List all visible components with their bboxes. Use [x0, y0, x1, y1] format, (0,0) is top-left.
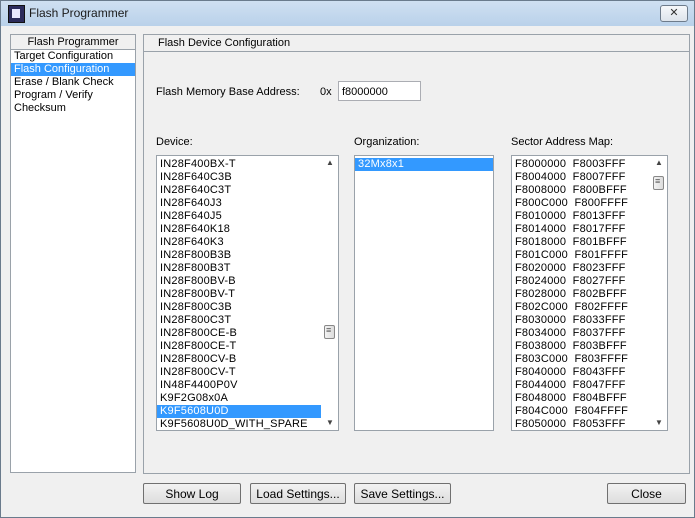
show-log-button[interactable]: Show Log	[143, 483, 241, 504]
sector-address-map-list[interactable]: F8000000 F8003FFF F8004000 F8007FFF F80080…	[511, 155, 668, 431]
device-list[interactable]: IN28F400BX-T IN28F640C3B IN28F640C3T IN28F6…	[156, 155, 339, 431]
device-list-item[interactable]: IN28F800BV-B	[157, 275, 321, 288]
nav-item-flash-configuration[interactable]: Flash Configuration	[11, 63, 135, 76]
device-list-item[interactable]: IN28F640J5	[157, 210, 321, 223]
close-button[interactable]: Close	[607, 483, 686, 504]
sector-list-item[interactable]: F8050000 F8053FFF	[512, 418, 650, 430]
scroll-down-icon[interactable]: ▼	[651, 416, 667, 430]
group-header: Flash Device Configuration	[144, 35, 689, 52]
nav-item-erase-blank-check[interactable]: Erase / Blank Check	[11, 76, 135, 89]
nav-item-program-verify[interactable]: Program / Verify	[11, 89, 135, 102]
sector-list-item[interactable]: F8008000 F800BFFF	[512, 184, 650, 197]
sector-list-item[interactable]: F8044000 F8047FFF	[512, 379, 650, 392]
sector-list-item[interactable]: F803C000 F803FFFF	[512, 353, 650, 366]
device-list-item[interactable]: K9F5608U0D_WITH_SPARE	[157, 418, 321, 430]
sector-list-item[interactable]: F8040000 F8043FFF	[512, 366, 650, 379]
nav-panel: Flash Programmer Target Configuration Fl…	[10, 34, 136, 473]
device-scrollbar[interactable]: ▲ ▼	[322, 156, 338, 430]
sector-list-item[interactable]: F8038000 F803BFFF	[512, 340, 650, 353]
nav-item-checksum[interactable]: Checksum	[11, 102, 135, 115]
sector-list-item[interactable]: F8024000 F8027FFF	[512, 275, 650, 288]
sector-list-item[interactable]: F8028000 F802BFFF	[512, 288, 650, 301]
scroll-thumb[interactable]	[653, 176, 664, 190]
device-list-item[interactable]: IN28F800CV-T	[157, 366, 321, 379]
scroll-up-icon[interactable]: ▲	[651, 156, 667, 170]
device-list-item[interactable]: IN28F640J3	[157, 197, 321, 210]
sector-list-item[interactable]: F8010000 F8013FFF	[512, 210, 650, 223]
window-title: Flash Programmer	[29, 6, 129, 20]
device-list-item[interactable]: IN28F800C3T	[157, 314, 321, 327]
sector-address-map-label: Sector Address Map:	[511, 136, 614, 148]
flash-programmer-window: Flash Programmer ✕ Flash Programmer Targ…	[0, 0, 695, 518]
sector-list-item[interactable]: F804C000 F804FFFF	[512, 405, 650, 418]
organization-label: Organization:	[354, 136, 420, 148]
sector-list-item[interactable]: F8020000 F8023FFF	[512, 262, 650, 275]
device-list-item[interactable]: IN28F800CV-B	[157, 353, 321, 366]
sector-list-item[interactable]: F8014000 F8017FFF	[512, 223, 650, 236]
title-bar: Flash Programmer ✕	[1, 1, 694, 26]
device-list-item[interactable]: IN28F640K3	[157, 236, 321, 249]
nav-header: Flash Programmer	[11, 35, 135, 50]
sector-list-item[interactable]: F801C000 F801FFFF	[512, 249, 650, 262]
scroll-down-icon[interactable]: ▼	[322, 416, 338, 430]
save-settings-button[interactable]: Save Settings...	[354, 483, 451, 504]
organization-list-item[interactable]: 32Mx8x1	[355, 158, 493, 171]
device-list-item[interactable]: IN48F4400P0V	[157, 379, 321, 392]
sector-list-item[interactable]: F8018000 F801BFFF	[512, 236, 650, 249]
sector-list-item[interactable]: F8030000 F8033FFF	[512, 314, 650, 327]
base-address-input[interactable]: f8000000	[338, 81, 421, 101]
organization-list[interactable]: 32Mx8x1	[354, 155, 494, 431]
sector-list-item[interactable]: F8000000 F8003FFF	[512, 158, 650, 171]
device-list-item[interactable]: K9F2G08x0A	[157, 392, 321, 405]
load-settings-button[interactable]: Load Settings...	[250, 483, 346, 504]
sector-list-item[interactable]: F8004000 F8007FFF	[512, 171, 650, 184]
base-address-prefix: 0x	[320, 86, 332, 98]
sector-scrollbar[interactable]: ▲ ▼	[651, 156, 667, 430]
device-list-item[interactable]: K9F5608U0D	[157, 405, 321, 418]
device-list-item[interactable]: IN28F800CE-T	[157, 340, 321, 353]
device-list-item[interactable]: IN28F400BX-T	[157, 158, 321, 171]
device-list-item[interactable]: IN28F800C3B	[157, 301, 321, 314]
scroll-up-icon[interactable]: ▲	[322, 156, 338, 170]
device-list-item[interactable]: IN28F800B3B	[157, 249, 321, 262]
window-close-button[interactable]: ✕	[660, 5, 688, 22]
sector-list-item[interactable]: F8048000 F804BFFF	[512, 392, 650, 405]
device-list-item[interactable]: IN28F640C3B	[157, 171, 321, 184]
sector-list-item[interactable]: F800C000 F800FFFF	[512, 197, 650, 210]
sector-list-item[interactable]: F802C000 F802FFFF	[512, 301, 650, 314]
device-list-item[interactable]: IN28F800CE-B	[157, 327, 321, 340]
nav-item-target-configuration[interactable]: Target Configuration	[11, 50, 135, 63]
base-address-label: Flash Memory Base Address:	[156, 86, 300, 98]
device-list-item[interactable]: IN28F640C3T	[157, 184, 321, 197]
device-label: Device:	[156, 136, 193, 148]
device-list-item[interactable]: IN28F800B3T	[157, 262, 321, 275]
device-list-item[interactable]: IN28F800BV-T	[157, 288, 321, 301]
device-list-item[interactable]: IN28F640K18	[157, 223, 321, 236]
sector-list-item[interactable]: F8034000 F8037FFF	[512, 327, 650, 340]
app-icon	[8, 5, 25, 23]
scroll-thumb[interactable]	[324, 325, 335, 339]
